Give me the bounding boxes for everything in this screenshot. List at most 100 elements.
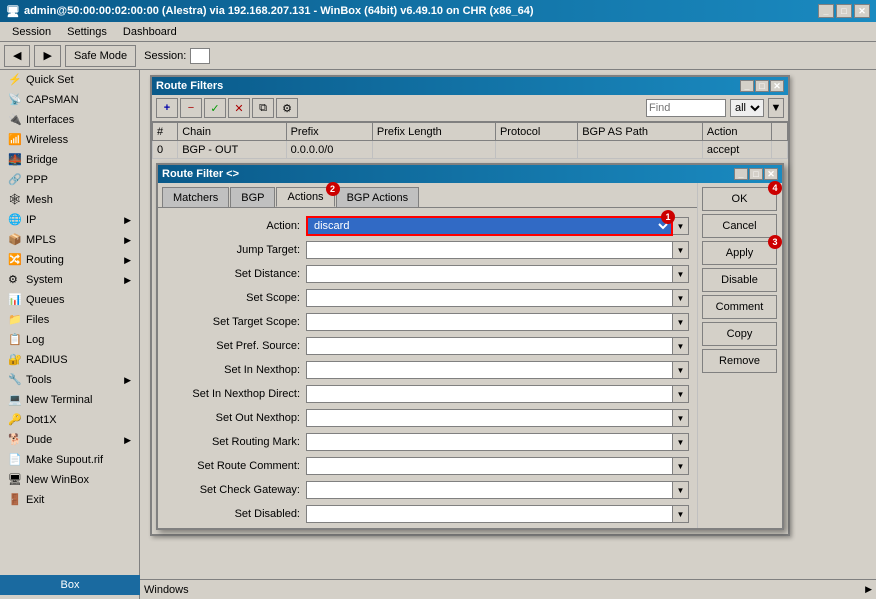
forward-btn[interactable]: ▶ — [34, 45, 60, 67]
set-routing-mark-input[interactable] — [306, 433, 673, 451]
sidebar-item-mesh[interactable]: 🕸 Mesh — [0, 190, 139, 210]
set-in-nexthop-direct-input[interactable] — [306, 385, 673, 403]
set-disabled-input[interactable] — [306, 505, 673, 523]
col-prefix[interactable]: Prefix — [286, 123, 372, 141]
tab-matchers[interactable]: Matchers — [162, 187, 229, 207]
set-pref-source-input[interactable] — [306, 337, 673, 355]
set-in-nexthop-direct-dropdown-btn[interactable]: ▼ — [673, 385, 689, 403]
cancel-button[interactable]: Cancel — [702, 214, 777, 238]
sidebar-item-log[interactable]: 📋 Log — [0, 330, 139, 350]
back-btn[interactable]: ◀ — [4, 45, 30, 67]
menu-dashboard[interactable]: Dashboard — [115, 24, 185, 40]
tab-bgp[interactable]: BGP — [230, 187, 275, 207]
rf-remove-btn[interactable]: − — [180, 98, 202, 118]
rf-add-btn[interactable]: + — [156, 98, 178, 118]
tab-bgp-actions[interactable]: BGP Actions — [336, 187, 420, 207]
safe-mode-btn[interactable]: Safe Mode — [65, 45, 136, 67]
set-distance-input[interactable] — [306, 265, 673, 283]
rf-close-btn[interactable]: ✕ — [770, 80, 784, 92]
sidebar-item-dude[interactable]: 🐕 Dude ▶ — [0, 430, 139, 450]
sidebar-item-exit[interactable]: 🚪 Exit — [0, 490, 139, 510]
set-pref-source-dropdown-btn[interactable]: ▼ — [673, 337, 689, 355]
set-check-gateway-input[interactable] — [306, 481, 673, 499]
menu-settings[interactable]: Settings — [59, 24, 115, 40]
set-in-nexthop-input[interactable] — [306, 361, 673, 379]
sidebar-item-files[interactable]: 📁 Files — [0, 310, 139, 330]
set-check-gateway-dropdown-btn[interactable]: ▼ — [673, 481, 689, 499]
sidebar-item-tools[interactable]: 🔧 Tools ▶ — [0, 370, 139, 390]
sidebar-item-mpls[interactable]: 📦 MPLS ▶ — [0, 230, 139, 250]
set-distance-dropdown-btn[interactable]: ▼ — [673, 265, 689, 283]
set-route-comment-input[interactable] — [306, 457, 673, 475]
set-out-nexthop-dropdown-btn[interactable]: ▼ — [673, 409, 689, 427]
close-btn[interactable]: ✕ — [854, 4, 870, 18]
sidebar-item-dot1x[interactable]: 🔑 Dot1X — [0, 410, 139, 430]
rf-minimize-btn[interactable]: _ — [740, 80, 754, 92]
maximize-btn[interactable]: □ — [836, 4, 852, 18]
dialog-close-btn[interactable]: ✕ — [764, 168, 778, 180]
dude-icon: 🐕 — [8, 433, 22, 447]
col-action[interactable]: Action — [702, 123, 771, 141]
rf-copy-btn[interactable]: ⧉ — [252, 98, 274, 118]
rf-filter-btn[interactable]: ⚙ — [276, 98, 298, 118]
rf-filter-select[interactable]: all — [730, 99, 764, 117]
rf-title-controls: _ □ ✕ — [740, 80, 784, 92]
col-num[interactable]: # — [153, 123, 178, 141]
set-in-nexthop-direct-label: Set In Nexthop Direct: — [166, 388, 306, 400]
rf-find-input[interactable] — [646, 99, 726, 117]
table-row[interactable]: 0 BGP - OUT 0.0.0.0/0 accept — [153, 141, 788, 159]
action-control: discard accept reject passthrough ▼ 1 — [306, 216, 689, 236]
sidebar-item-routing[interactable]: 🔀 Routing ▶ — [0, 250, 139, 270]
menu-session[interactable]: Session — [4, 24, 59, 40]
set-in-nexthop-dropdown-btn[interactable]: ▼ — [673, 361, 689, 379]
jump-target-input[interactable] — [306, 241, 673, 259]
dialog-maximize-btn[interactable]: □ — [749, 168, 763, 180]
rf-dropdown-btn[interactable]: ▼ — [768, 98, 784, 118]
sidebar-item-quickset[interactable]: ⚡ Quick Set — [0, 70, 139, 90]
rf-disable-btn[interactable]: ✕ — [228, 98, 250, 118]
set-out-nexthop-input[interactable] — [306, 409, 673, 427]
set-target-scope-dropdown-btn[interactable]: ▼ — [673, 313, 689, 331]
sidebar-item-capsman[interactable]: 📡 CAPsMAN — [0, 90, 139, 110]
route-filter-dialog: Route Filter <> _ □ ✕ Matchers BGP — [156, 163, 784, 530]
rf-enable-btn[interactable]: ✓ — [204, 98, 226, 118]
sidebar-item-newwinbox[interactable]: 🖥 New WinBox — [0, 470, 139, 490]
ok-button[interactable]: OK — [702, 187, 777, 211]
col-bgp-as-path[interactable]: BGP AS Path — [578, 123, 703, 141]
minimize-btn[interactable]: _ — [818, 4, 834, 18]
remove-button[interactable]: Remove — [702, 349, 777, 373]
sidebar-item-terminal[interactable]: 💻 New Terminal — [0, 390, 139, 410]
apply-button[interactable]: Apply — [702, 241, 777, 265]
sidebar-item-wireless[interactable]: 📶 Wireless — [0, 130, 139, 150]
sidebar-item-system[interactable]: ⚙ System ▶ — [0, 270, 139, 290]
session-input[interactable] — [190, 48, 210, 64]
col-prefix-length[interactable]: Prefix Length — [372, 123, 495, 141]
set-route-comment-dropdown-btn[interactable]: ▼ — [673, 457, 689, 475]
copy-button[interactable]: Copy — [702, 322, 777, 346]
sidebar-item-ppp[interactable]: 🔗 PPP — [0, 170, 139, 190]
col-chain[interactable]: Chain — [178, 123, 286, 141]
sidebar-item-radius[interactable]: 🔐 RADIUS — [0, 350, 139, 370]
set-scope-input[interactable] — [306, 289, 673, 307]
tab-actions[interactable]: Actions 2 — [276, 187, 334, 207]
sidebar-item-interfaces[interactable]: 🔌 Interfaces — [0, 110, 139, 130]
sidebar-item-bridge[interactable]: 🌉 Bridge — [0, 150, 139, 170]
jump-target-dropdown-btn[interactable]: ▼ — [673, 241, 689, 259]
sidebar-item-ip[interactable]: 🌐 IP ▶ — [0, 210, 139, 230]
col-protocol[interactable]: Protocol — [495, 123, 577, 141]
sidebar-item-supout[interactable]: 📄 Make Supout.rif — [0, 450, 139, 470]
dialog-minimize-btn[interactable]: _ — [734, 168, 748, 180]
rf-maximize-btn[interactable]: □ — [755, 80, 769, 92]
comment-button[interactable]: Comment — [702, 295, 777, 319]
set-disabled-dropdown-btn[interactable]: ▼ — [673, 505, 689, 523]
set-target-scope-input[interactable] — [306, 313, 673, 331]
sidebar-label-log: Log — [26, 334, 44, 346]
sidebar-item-queues[interactable]: 📊 Queues — [0, 290, 139, 310]
title-text: admin@50:00:00:02:00:00 (Alestra) via 19… — [24, 5, 534, 17]
action-select[interactable]: discard accept reject passthrough — [306, 216, 673, 236]
set-scope-dropdown-btn[interactable]: ▼ — [673, 289, 689, 307]
ip-icon: 🌐 — [8, 213, 22, 227]
action-dropdown-btn[interactable]: ▼ — [673, 217, 689, 235]
set-routing-mark-dropdown-btn[interactable]: ▼ — [673, 433, 689, 451]
disable-button[interactable]: Disable — [702, 268, 777, 292]
